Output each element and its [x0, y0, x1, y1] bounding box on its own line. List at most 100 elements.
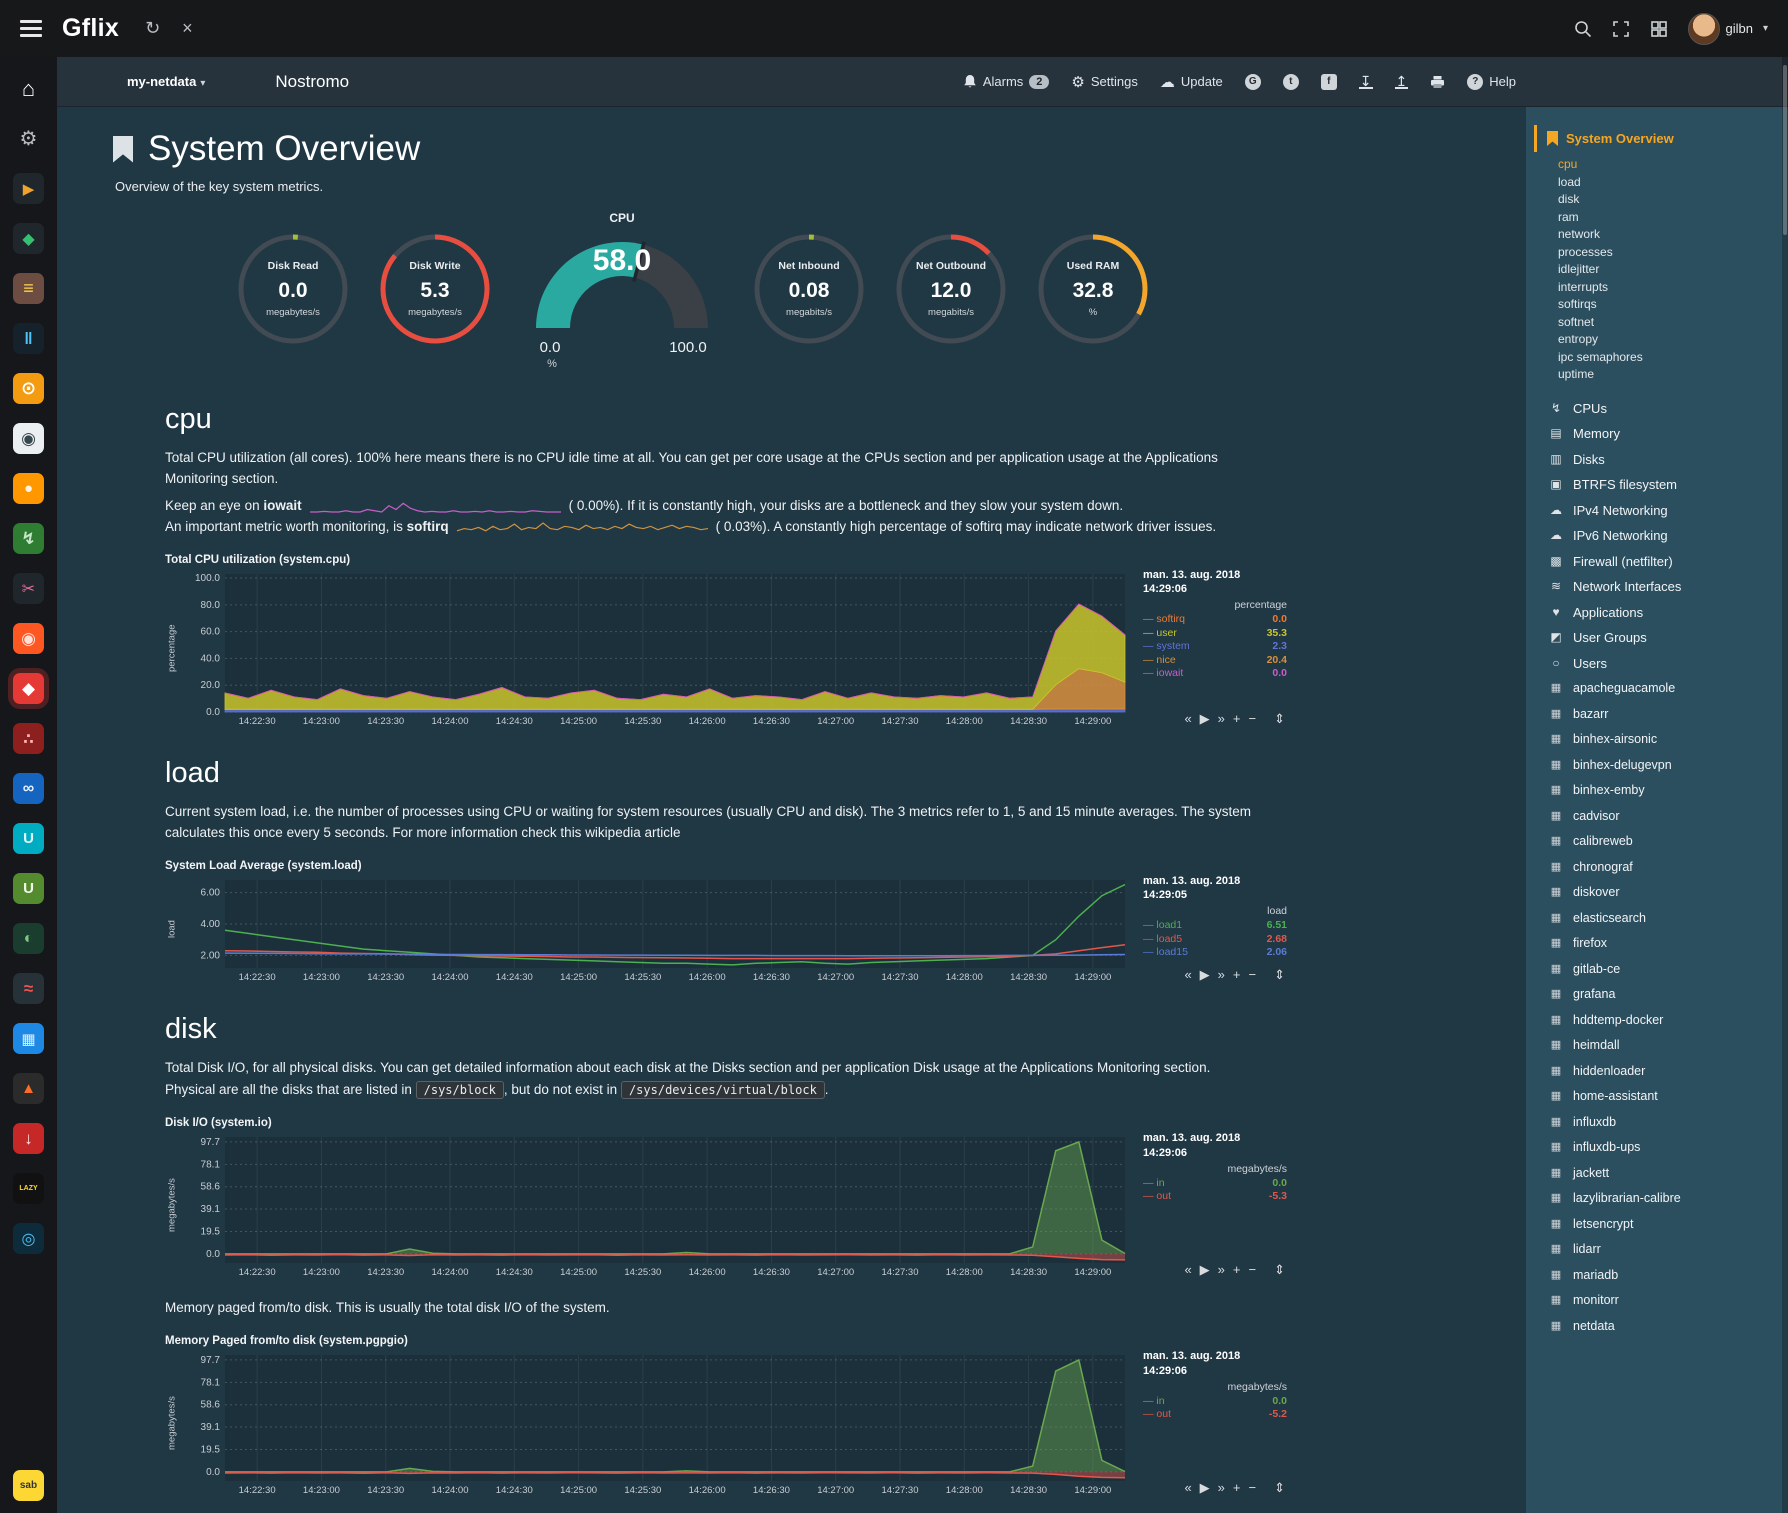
menu-section-ipv6-networking[interactable]: ☁IPv6 Networking [1548, 523, 1780, 549]
app-icon-app-11[interactable]: ◆ [13, 673, 44, 704]
menu-section-btrfs-filesystem[interactable]: ▣BTRFS filesystem [1548, 472, 1780, 498]
menu-app-lidarr[interactable]: ▦lidarr [1548, 1237, 1780, 1263]
app-icon-app-01[interactable]: ▶ [13, 173, 44, 204]
chart-play-icon[interactable]: ▶ [1200, 1480, 1210, 1496]
menu-section-applications[interactable]: ♥Applications [1548, 600, 1780, 626]
menu-section-ipv4-networking[interactable]: ☁IPv4 Networking [1548, 498, 1780, 524]
menu-section-memory[interactable]: ▤Memory [1548, 421, 1780, 447]
legend-entry-iowait[interactable]: — iowait0.0 [1143, 667, 1287, 681]
chart-pan-right-icon[interactable]: » [1218, 711, 1225, 727]
app-icon-app-16[interactable]: ◐ [13, 923, 44, 954]
menu-app-heimdall[interactable]: ▦heimdall [1548, 1033, 1780, 1059]
app-icon-app-08[interactable]: ↯ [13, 523, 44, 554]
gauge-disk-write[interactable]: Disk Write5.3megabytes/s [375, 229, 495, 354]
chart-pan-left-icon[interactable]: « [1184, 1262, 1191, 1278]
settings-button[interactable]: ⚙ Settings [1071, 73, 1137, 91]
chart-resize-icon[interactable]: ⇕ [1274, 967, 1285, 983]
menu-app-firefox[interactable]: ▦firefox [1548, 931, 1780, 957]
app-icon-app-18[interactable]: ▦ [13, 1023, 44, 1054]
menu-icon[interactable] [20, 20, 42, 37]
export-snapshot-button[interactable]: ↧ [1359, 75, 1373, 89]
legend-entry-load1[interactable]: — load16.51 [1143, 919, 1287, 933]
chart-zoom-in-icon[interactable]: + [1233, 967, 1241, 983]
chart-resize-icon[interactable]: ⇕ [1274, 1480, 1285, 1496]
legend-entry-softirq[interactable]: — softirq0.0 [1143, 613, 1287, 627]
app-icon-app-04[interactable]: ‖ [13, 323, 44, 354]
gauge-disk-read[interactable]: Disk Read0.0megabytes/s [233, 229, 353, 354]
menu-app-diskover[interactable]: ▦diskover [1548, 880, 1780, 906]
menu-sub-item-uptime[interactable]: uptime [1558, 366, 1780, 384]
app-icon-app-05[interactable]: ⊙ [13, 373, 44, 404]
chart-resize-icon[interactable]: ⇕ [1274, 711, 1285, 727]
app-icon-app-19[interactable]: ▲ [13, 1073, 44, 1104]
menu-app-hiddenloader[interactable]: ▦hiddenloader [1548, 1059, 1780, 1085]
fullscreen-icon[interactable] [1612, 20, 1630, 38]
update-button[interactable]: ☁ Update [1160, 73, 1223, 91]
legend-entry-in[interactable]: — in0.0 [1143, 1395, 1287, 1409]
legend-entry-load5[interactable]: — load52.68 [1143, 933, 1287, 947]
menu-sub-item-ram[interactable]: ram [1558, 209, 1780, 227]
chart-canvas-disk[interactable]: 0.019.539.158.678.197.714:22:3014:23:001… [179, 1131, 1135, 1280]
app-icon-home[interactable]: ⌂ [13, 73, 44, 104]
app-icon-app-12[interactable]: ∴ [13, 723, 44, 754]
menu-sub-item-cpu[interactable]: cpu [1558, 156, 1780, 174]
chart-canvas-load[interactable]: 2.004.006.0014:22:3014:23:0014:23:3014:2… [179, 874, 1135, 985]
menu-sub-item-softirqs[interactable]: softirqs [1558, 296, 1780, 314]
legend-entry-out[interactable]: — out-5.3 [1143, 1190, 1287, 1204]
app-icon-app-22[interactable]: ◎ [13, 1223, 44, 1254]
app-icon-app-14[interactable]: U [13, 823, 44, 854]
legend-entry-in[interactable]: — in0.0 [1143, 1177, 1287, 1191]
menu-sub-item-ipc-semaphores[interactable]: ipc semaphores [1558, 349, 1780, 367]
menu-app-lazylibrarian-calibre[interactable]: ▦lazylibrarian-calibre [1548, 1186, 1780, 1212]
host-dropdown[interactable]: my-netdata▾ [127, 74, 205, 89]
menu-app-monitorr[interactable]: ▦monitorr [1548, 1288, 1780, 1314]
facebook-button[interactable]: f [1321, 74, 1337, 90]
menu-sub-item-entropy[interactable]: entropy [1558, 331, 1780, 349]
menu-app-influxdb[interactable]: ▦influxdb [1548, 1110, 1780, 1136]
menu-app-elasticsearch[interactable]: ▦elasticsearch [1548, 906, 1780, 932]
print-button[interactable] [1430, 75, 1445, 89]
app-icon-app-13[interactable]: ∞ [13, 773, 44, 804]
chart-pan-right-icon[interactable]: » [1218, 1262, 1225, 1278]
menu-app-grafana[interactable]: ▦grafana [1548, 982, 1780, 1008]
menu-sub-item-load[interactable]: load [1558, 174, 1780, 192]
menu-section-users[interactable]: ○Users [1548, 651, 1780, 677]
menu-app-home-assistant[interactable]: ▦home-assistant [1548, 1084, 1780, 1110]
menu-section-network-interfaces[interactable]: ≋Network Interfaces [1548, 574, 1780, 600]
gauge-used-ram[interactable]: Used RAM32.8% [1033, 229, 1153, 354]
menu-app-netdata[interactable]: ▦netdata [1548, 1314, 1780, 1340]
page-scrollbar[interactable] [1782, 57, 1788, 1513]
menu-sub-item-network[interactable]: network [1558, 226, 1780, 244]
menu-sub-item-idlejitter[interactable]: idlejitter [1558, 261, 1780, 279]
chart-pan-left-icon[interactable]: « [1184, 711, 1191, 727]
menu-system-overview[interactable]: System Overview [1534, 125, 1780, 152]
gauge-net-inbound[interactable]: Net Inbound0.08megabits/s [749, 229, 869, 354]
close-icon[interactable]: × [182, 18, 193, 39]
chart-play-icon[interactable]: ▶ [1200, 967, 1210, 983]
gauge-net-outbound[interactable]: Net Outbound12.0megabits/s [891, 229, 1011, 354]
chart-play-icon[interactable]: ▶ [1200, 1262, 1210, 1278]
app-icon-app-17[interactable]: ≈ [13, 973, 44, 1004]
menu-section-firewall-netfilter-[interactable]: ▩Firewall (netfilter) [1548, 549, 1780, 575]
app-icon-app-06[interactable]: ◉ [13, 423, 44, 454]
legend-entry-system[interactable]: — system2.3 [1143, 640, 1287, 654]
menu-sub-item-interrupts[interactable]: interrupts [1558, 279, 1780, 297]
app-icon-app-09[interactable]: ✂ [13, 573, 44, 604]
chart-pan-left-icon[interactable]: « [1184, 967, 1191, 983]
chart-zoom-in-icon[interactable]: + [1233, 1480, 1241, 1496]
app-icon-app-20[interactable]: ↓ [13, 1123, 44, 1154]
app-icon-app-03[interactable]: ≡ [13, 273, 44, 304]
menu-sub-item-processes[interactable]: processes [1558, 244, 1780, 262]
menu-app-chronograf[interactable]: ▦chronograf [1548, 855, 1780, 881]
help-button[interactable]: ? Help [1467, 74, 1516, 90]
menu-sub-item-softnet[interactable]: softnet [1558, 314, 1780, 332]
menu-app-mariadb[interactable]: ▦mariadb [1548, 1263, 1780, 1289]
app-icon-app-07[interactable]: ● [13, 473, 44, 504]
chart-canvas-pgpgio[interactable]: 0.019.539.158.678.197.714:22:3014:23:001… [179, 1349, 1135, 1498]
app-icon-app-15[interactable]: U [13, 873, 44, 904]
refresh-icon[interactable]: ↻ [145, 18, 160, 39]
twitter-button[interactable]: t [1283, 74, 1299, 90]
legend-entry-nice[interactable]: — nice20.4 [1143, 654, 1287, 668]
legend-entry-load15[interactable]: — load152.06 [1143, 946, 1287, 960]
user-menu[interactable]: gilbn ▾ [1688, 13, 1769, 45]
